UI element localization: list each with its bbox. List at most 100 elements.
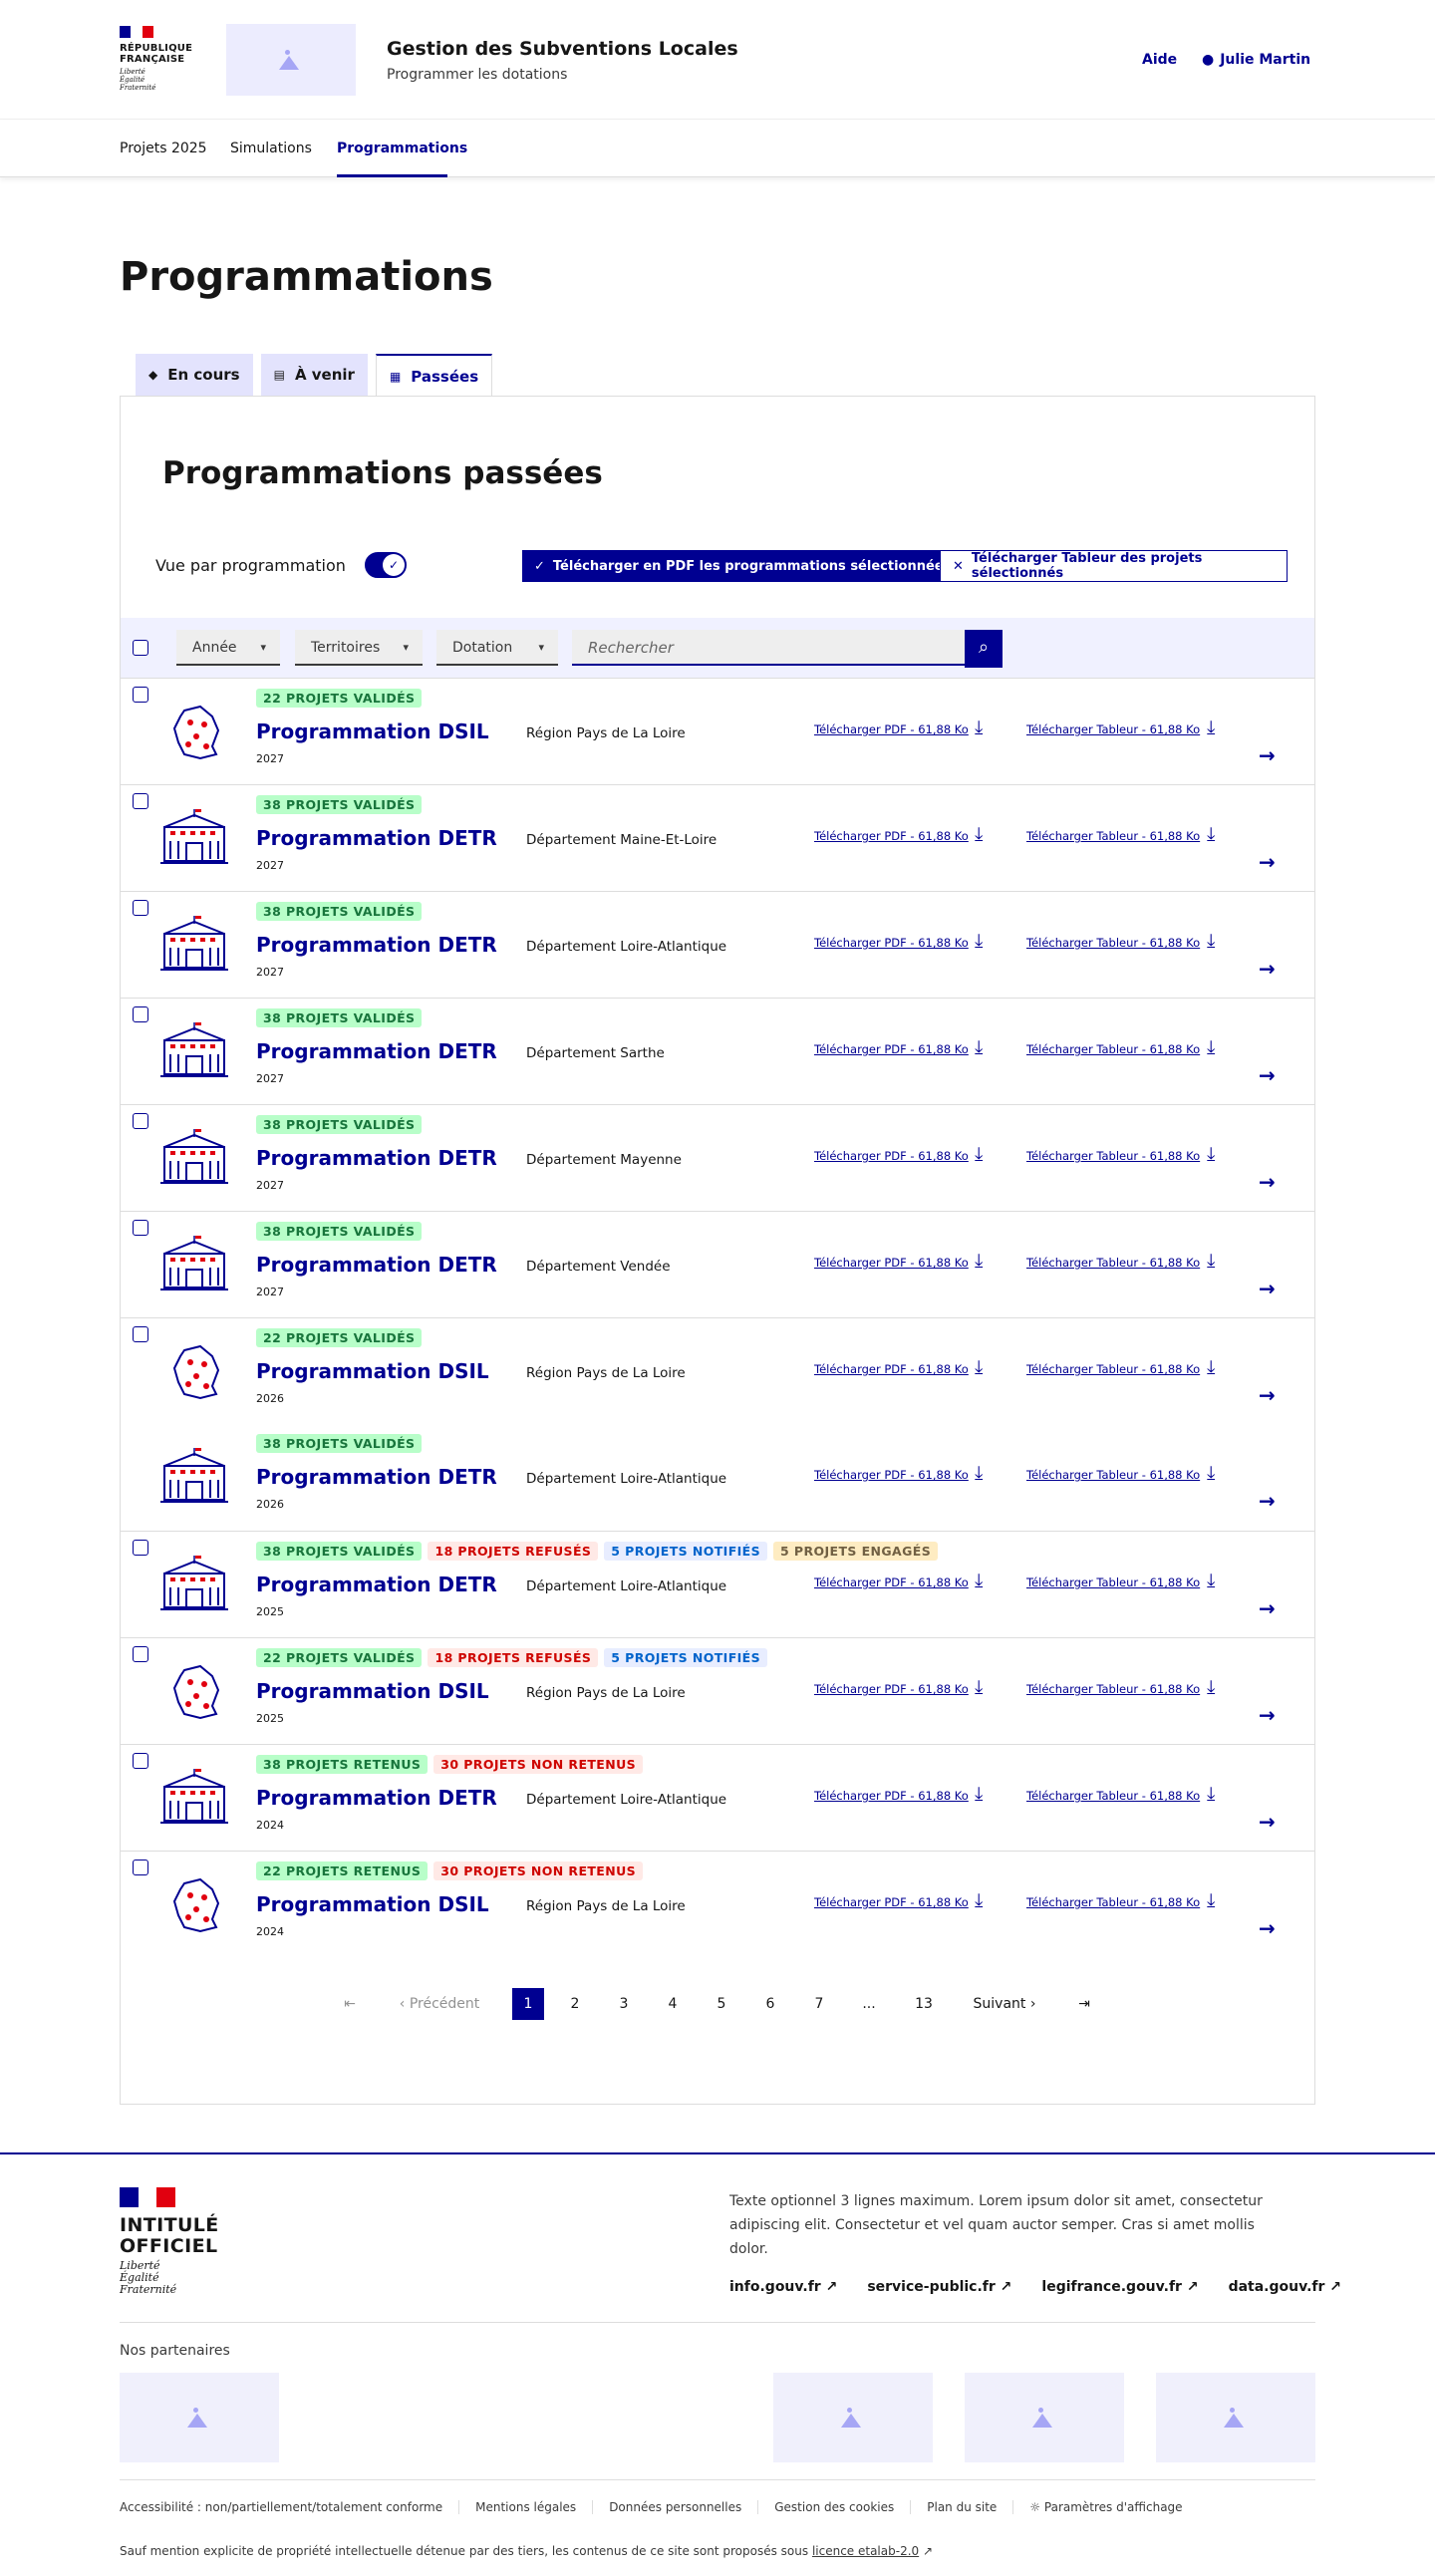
download-pdf-link[interactable]: Télécharger PDF - 61,88 Ko <box>814 1468 969 1482</box>
download-icon[interactable]: ⤓ <box>975 823 983 845</box>
site-title[interactable]: Gestion des Subventions Locales <box>387 38 738 60</box>
last-page-button[interactable]: ⇥ <box>1076 1988 1092 2020</box>
download-icon[interactable]: ⤓ <box>1207 716 1215 738</box>
download-icon[interactable]: ⤓ <box>1207 1356 1215 1378</box>
arrow-right-icon[interactable]: → <box>1259 1383 1276 1407</box>
programmation-row[interactable]: 38 projets retenus 30 projets non retenus… <box>121 1744 1314 1851</box>
help-link[interactable]: Aide <box>1142 52 1177 68</box>
partner-logo[interactable] <box>965 2373 1124 2462</box>
page-4[interactable]: 4 <box>657 1988 689 2020</box>
arrow-right-icon[interactable]: → <box>1259 1703 1276 1727</box>
download-icon[interactable]: ⤓ <box>975 1570 983 1591</box>
download-sheet-link[interactable]: Télécharger Tableur - 61,88 Ko <box>1026 1895 1200 1909</box>
footer-logo[interactable]: INTITULÉ OFFICIEL Liberté Égalité Fraternit… <box>120 2187 219 2296</box>
first-page-button[interactable]: ⇤ <box>342 1988 358 2020</box>
previous-page-button[interactable]: ‹ Précédent <box>390 1988 489 2020</box>
download-icon[interactable]: ⤓ <box>975 1889 983 1911</box>
footer-link-service-public[interactable]: service-public.fr ↗ <box>867 2279 1011 2295</box>
download-icon[interactable]: ⤓ <box>1207 823 1215 845</box>
page-2[interactable]: 2 <box>559 1988 591 2020</box>
download-pdf-link[interactable]: Télécharger PDF - 61,88 Ko <box>814 1149 969 1163</box>
nav-item-simulations[interactable]: Simulations <box>230 141 312 156</box>
programmation-row[interactable]: 38 projets validés Programmation DETR 2027… <box>121 1211 1314 1317</box>
arrow-right-icon[interactable]: → <box>1259 1916 1276 1940</box>
footer-link-data-gouv[interactable]: data.gouv.fr ↗ <box>1229 2279 1341 2295</box>
footer-link-info-gouv[interactable]: info.gouv.fr ↗ <box>729 2279 837 2295</box>
page-6[interactable]: 6 <box>754 1988 786 2020</box>
search-input[interactable]: Rechercher <box>572 630 965 666</box>
download-icon[interactable]: ⤓ <box>975 930 983 952</box>
download-pdf-selected-button[interactable]: ✓ Télécharger en PDF les programmations s… <box>522 550 964 582</box>
download-sheet-link[interactable]: Télécharger Tableur - 61,88 Ko <box>1026 1789 1200 1803</box>
download-sheet-link[interactable]: Télécharger Tableur - 61,88 Ko <box>1026 1256 1200 1270</box>
year-select[interactable]: Année ▾ <box>176 630 280 666</box>
page-5[interactable]: 5 <box>706 1988 737 2020</box>
download-icon[interactable]: ⤓ <box>975 1462 983 1484</box>
download-sheet-link[interactable]: Télécharger Tableur - 61,88 Ko <box>1026 722 1200 736</box>
arrow-right-icon[interactable]: → <box>1259 1596 1276 1620</box>
select-all-checkbox[interactable] <box>133 640 148 656</box>
programmation-row[interactable]: 22 projets validés Programmation DSIL 2027… <box>121 678 1314 784</box>
user-account-link[interactable]: ● Julie Martin <box>1202 52 1310 68</box>
download-pdf-link[interactable]: Télécharger PDF - 61,88 Ko <box>814 1575 969 1589</box>
page-1[interactable]: 1 <box>512 1988 544 2020</box>
download-icon[interactable]: ⤓ <box>975 1783 983 1805</box>
arrow-right-icon[interactable]: → <box>1259 743 1276 767</box>
tab-a-venir[interactable]: ▤ À venir <box>260 354 368 396</box>
arrow-right-icon[interactable]: → <box>1259 957 1276 981</box>
programmation-title[interactable]: Programmation DETR <box>256 1146 497 1170</box>
download-sheet-selected-button[interactable]: ✕ Télécharger Tableur des projets sélecti… <box>940 550 1288 582</box>
download-sheet-link[interactable]: Télécharger Tableur - 61,88 Ko <box>1026 1149 1200 1163</box>
download-icon[interactable]: ⤓ <box>1207 1889 1215 1911</box>
arrow-right-icon[interactable]: → <box>1259 1063 1276 1087</box>
download-icon[interactable]: ⤓ <box>1207 1143 1215 1165</box>
tab-passees[interactable]: ▦ Passées <box>375 354 493 397</box>
footer-bottom-plan[interactable]: Plan du site <box>910 2500 1012 2514</box>
programmation-row[interactable]: 38 projets validés Programmation DETR 2027… <box>121 998 1314 1104</box>
arrow-right-icon[interactable]: → <box>1259 1277 1276 1300</box>
partner-logo[interactable] <box>1156 2373 1315 2462</box>
download-icon[interactable]: ⤓ <box>1207 1462 1215 1484</box>
programmation-title[interactable]: Programmation DETR <box>256 826 497 850</box>
download-sheet-link[interactable]: Télécharger Tableur - 61,88 Ko <box>1026 936 1200 950</box>
row-checkbox[interactable] <box>133 1006 148 1022</box>
row-checkbox[interactable] <box>133 1860 148 1875</box>
download-icon[interactable]: ⤓ <box>975 1356 983 1378</box>
programmation-title[interactable]: Programmation DETR <box>256 1465 497 1489</box>
download-icon[interactable]: ⤓ <box>975 1676 983 1698</box>
download-icon[interactable]: ⤓ <box>975 716 983 738</box>
nav-item-projets-2025[interactable]: Projets 2025 <box>120 141 207 156</box>
programmation-title[interactable]: Programmation DETR <box>256 1786 497 1810</box>
download-sheet-link[interactable]: Télécharger Tableur - 61,88 Ko <box>1026 1682 1200 1696</box>
republique-francaise-logo[interactable]: RÉPUBLIQUE FRANÇAISE Liberté Égalité Frater… <box>120 26 199 92</box>
row-checkbox[interactable] <box>133 1113 148 1129</box>
programmation-row[interactable]: 38 projets validés Programmation DETR 2026… <box>121 1424 1314 1531</box>
download-icon[interactable]: ⤓ <box>1207 1676 1215 1698</box>
dotation-select[interactable]: Dotation ▾ <box>436 630 558 666</box>
tab-en-cours[interactable]: ◆ En cours <box>136 354 253 396</box>
download-icon[interactable]: ⤓ <box>975 1036 983 1058</box>
arrow-right-icon[interactable]: → <box>1259 1810 1276 1834</box>
programmation-row[interactable]: 38 projets validés Programmation DETR 2027… <box>121 1104 1314 1211</box>
row-checkbox[interactable] <box>133 687 148 703</box>
download-pdf-link[interactable]: Télécharger PDF - 61,88 Ko <box>814 722 969 736</box>
page-13[interactable]: 13 <box>907 1988 941 2020</box>
programmation-row[interactable]: 22 projets retenus 30 projets non retenus… <box>121 1851 1314 1957</box>
programmation-title[interactable]: Programmation DETR <box>256 1573 497 1596</box>
download-icon[interactable]: ⤓ <box>1207 1783 1215 1805</box>
programmation-title[interactable]: Programmation DSIL <box>256 719 489 743</box>
row-checkbox[interactable] <box>133 1646 148 1662</box>
download-pdf-link[interactable]: Télécharger PDF - 61,88 Ko <box>814 1042 969 1056</box>
footer-bottom-accessibility[interactable]: Accessibilité : non/partiellement/totale… <box>120 2500 458 2514</box>
row-checkbox[interactable] <box>133 1326 148 1342</box>
download-pdf-link[interactable]: Télécharger PDF - 61,88 Ko <box>814 1682 969 1696</box>
download-sheet-link[interactable]: Télécharger Tableur - 61,88 Ko <box>1026 1575 1200 1589</box>
download-sheet-link[interactable]: Télécharger Tableur - 61,88 Ko <box>1026 1468 1200 1482</box>
download-icon[interactable]: ⤓ <box>1207 1570 1215 1591</box>
programmation-row[interactable]: 22 projets validés 18 projets refusés 5 pr… <box>121 1637 1314 1744</box>
download-icon[interactable]: ⤓ <box>975 1250 983 1272</box>
download-pdf-link[interactable]: Télécharger PDF - 61,88 Ko <box>814 1256 969 1270</box>
download-sheet-link[interactable]: Télécharger Tableur - 61,88 Ko <box>1026 1362 1200 1376</box>
programmation-title[interactable]: Programmation DETR <box>256 1253 497 1277</box>
partner-logo-main[interactable] <box>120 2373 279 2462</box>
